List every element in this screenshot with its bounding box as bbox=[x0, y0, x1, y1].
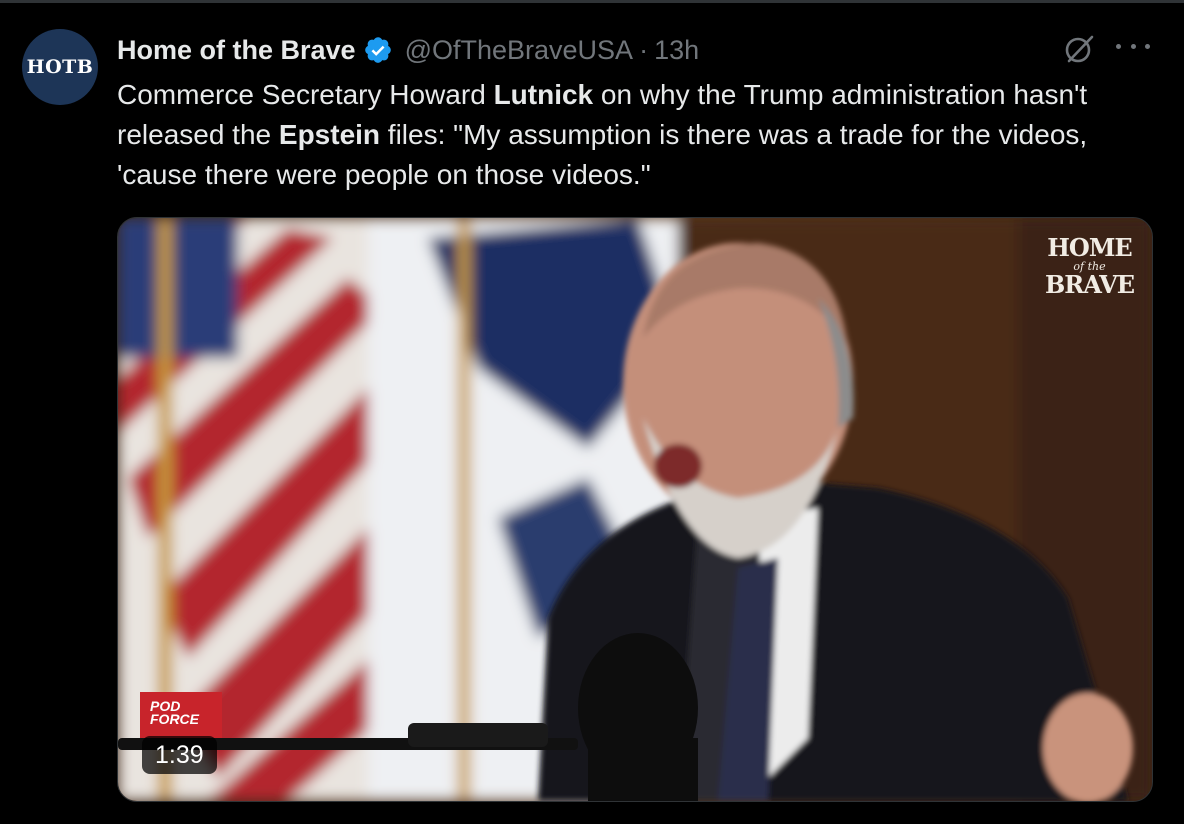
text-bold-epstein: Epstein bbox=[278, 119, 381, 150]
tweet-header: Home of the Brave @OfTheBraveUSA · 13h bbox=[117, 30, 699, 70]
podforce-badge: POD FORCE bbox=[140, 692, 222, 738]
video-frame bbox=[118, 218, 1152, 801]
watermark-line: HOME bbox=[1047, 233, 1132, 262]
text-part: Commerce Secretary Howard bbox=[117, 79, 494, 110]
badge-line: FORCE bbox=[150, 711, 199, 727]
more-dot bbox=[1116, 44, 1121, 49]
video-duration: 1:39 bbox=[142, 736, 217, 774]
tweet-text: Commerce Secretary Howard Lutnick on why… bbox=[117, 75, 1147, 195]
author-handle[interactable]: @OfTheBraveUSA bbox=[405, 35, 634, 66]
timestamp[interactable]: 13h bbox=[654, 35, 699, 66]
verified-badge-icon[interactable] bbox=[363, 35, 393, 65]
watermark-logo: HOME of the BRAVE bbox=[1044, 233, 1135, 299]
author-name[interactable]: Home of the Brave bbox=[117, 35, 356, 66]
text-bold-lutnick: Lutnick bbox=[493, 79, 594, 110]
grok-icon[interactable] bbox=[1062, 32, 1096, 66]
more-dot bbox=[1130, 44, 1136, 49]
top-divider bbox=[0, 0, 1184, 3]
avatar[interactable]: HOTB bbox=[22, 29, 98, 105]
video-player[interactable]: HOME of the BRAVE POD FORCE 1:39 bbox=[117, 217, 1153, 802]
avatar-text: HOTB bbox=[26, 56, 94, 78]
watermark-line: BRAVE bbox=[1044, 270, 1135, 299]
more-dot bbox=[1145, 44, 1150, 49]
more-icon[interactable] bbox=[1116, 44, 1150, 56]
separator-dot: · bbox=[639, 34, 649, 65]
